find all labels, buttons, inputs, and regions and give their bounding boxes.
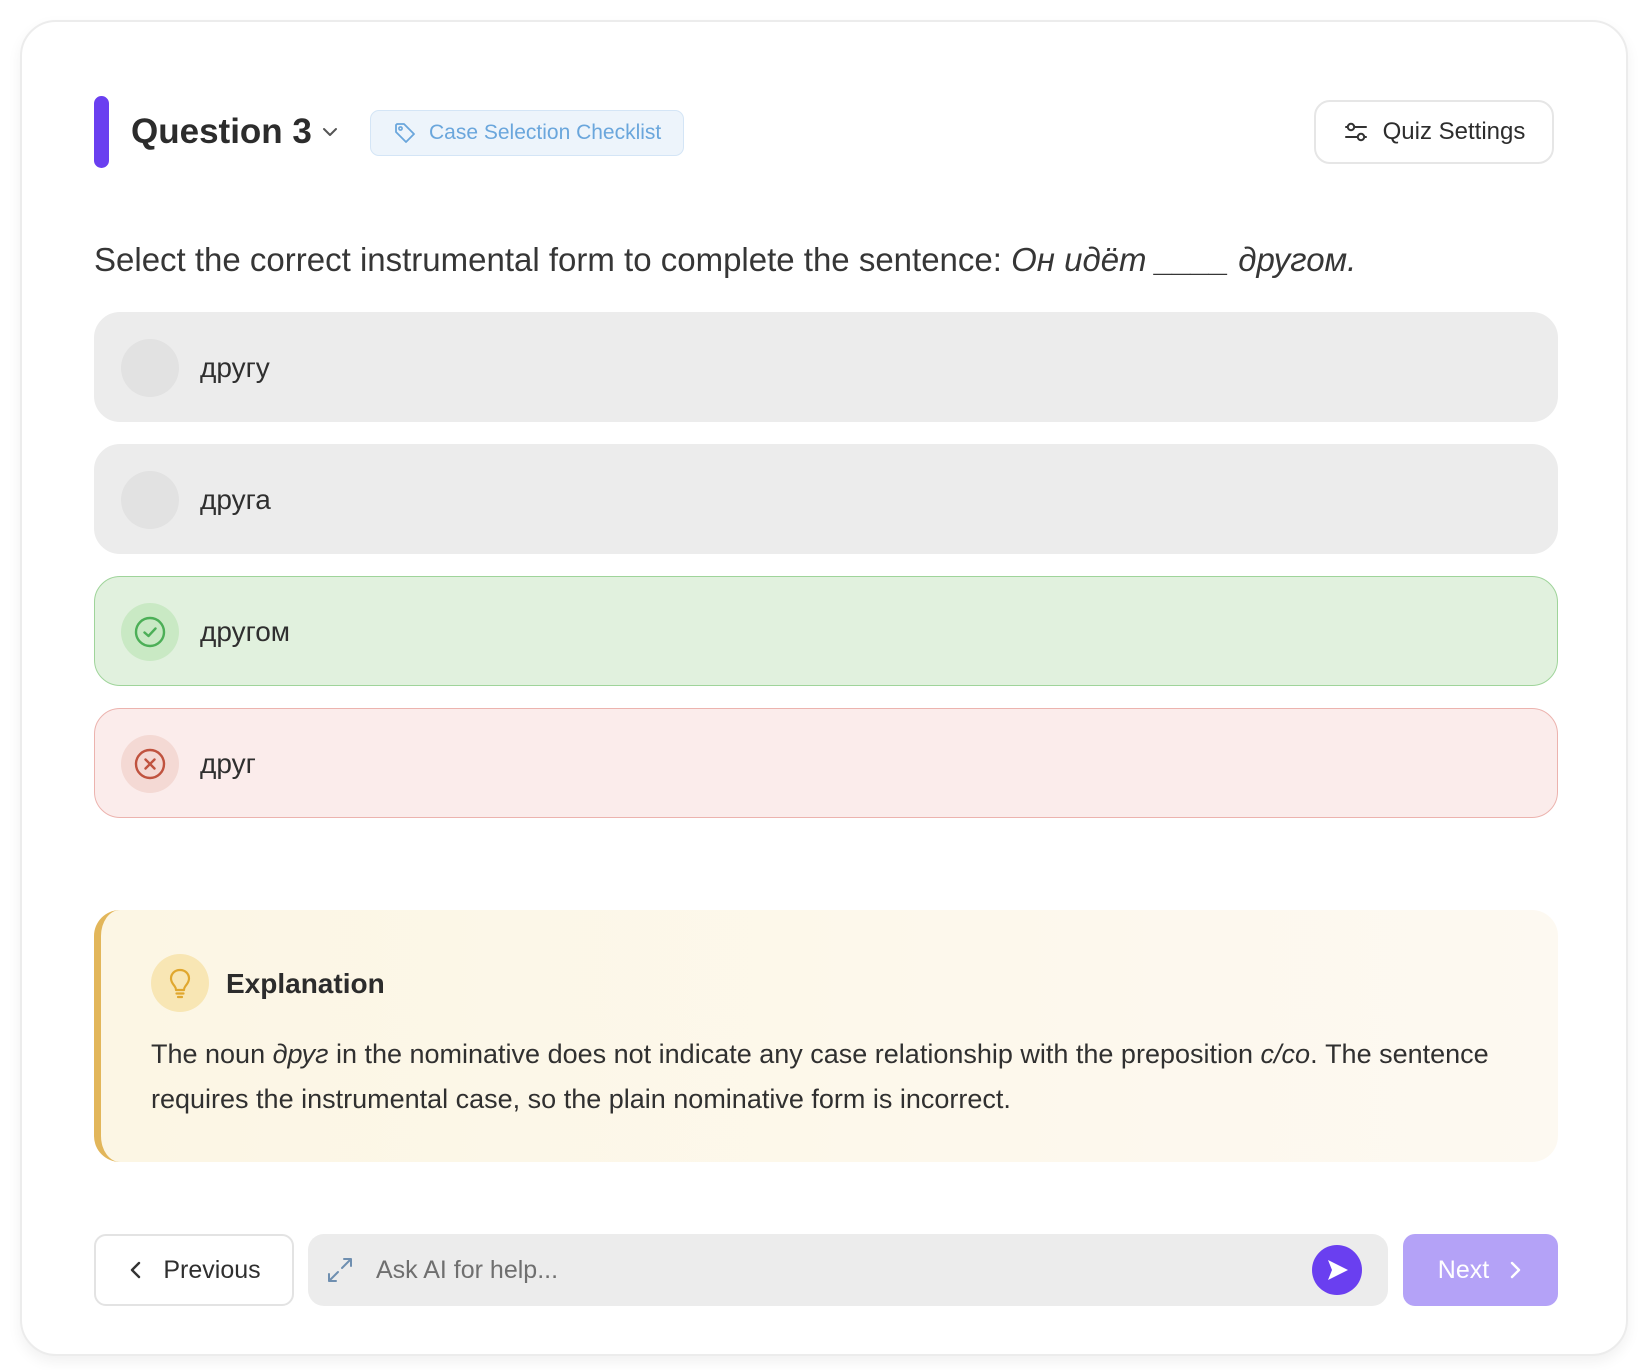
topic-tag[interactable]: Case Selection Checklist <box>370 110 685 156</box>
radio-circle <box>121 471 179 529</box>
question-header: Question 3 Case Selection Checklist Quiz… <box>94 96 1554 168</box>
explanation-part: The noun <box>151 1039 273 1069</box>
answer-option-wrong[interactable]: друг <box>94 708 1558 818</box>
tag-icon <box>395 123 415 143</box>
accent-bar <box>94 96 109 168</box>
explanation-text: The noun друг in the nominative does not… <box>151 1032 1491 1122</box>
quiz-settings-label: Quiz Settings <box>1382 118 1526 145</box>
radio-circle <box>121 603 179 661</box>
explanation-panel: Explanation The noun друг in the nominat… <box>94 910 1558 1162</box>
question-prefix: Select the correct instrumental form to … <box>94 241 1012 278</box>
sliders-icon <box>1344 122 1367 142</box>
explanation-preposition: с/со <box>1260 1039 1311 1069</box>
chevron-down-icon <box>322 128 337 136</box>
next-label: Next <box>1437 1255 1490 1284</box>
answer-option-label: друга <box>200 484 271 515</box>
answer-option[interactable]: другу <box>94 312 1558 422</box>
answer-option-label: другу <box>200 352 270 383</box>
question-selector[interactable]: Question 3 <box>131 108 340 156</box>
question-sentence: Он идёт ____ другом. <box>1011 241 1357 278</box>
radio-circle <box>121 339 179 397</box>
tag-label: Case Selection Checklist <box>429 121 662 144</box>
quiz-footer: Previous Next <box>94 1234 1558 1306</box>
answer-option-correct[interactable]: другом <box>94 576 1558 686</box>
ask-ai-bar <box>308 1234 1388 1306</box>
chevron-left-icon <box>131 1261 141 1279</box>
answer-option-label: другом <box>200 616 291 647</box>
radio-circle <box>121 735 179 793</box>
lightbulb-icon <box>169 968 191 999</box>
ask-ai-input[interactable] <box>376 1234 1256 1306</box>
previous-label: Previous <box>163 1255 261 1284</box>
question-label: Question 3 <box>131 112 312 151</box>
answer-option-label: друг <box>200 748 256 779</box>
quiz-settings-button[interactable]: Quiz Settings <box>1314 100 1554 164</box>
explanation-word: друг <box>272 1039 329 1069</box>
answer-option[interactable]: друга <box>94 444 1558 554</box>
explanation-part: in the nominative does not indicate any … <box>328 1039 1261 1069</box>
check-circle-icon <box>134 616 166 648</box>
send-button[interactable] <box>1312 1245 1362 1295</box>
answer-options: другу друга другом друг <box>94 312 1558 840</box>
send-icon <box>1328 1260 1348 1280</box>
explanation-title: Explanation <box>226 968 385 999</box>
x-circle-icon <box>134 748 166 780</box>
previous-button[interactable]: Previous <box>94 1234 294 1306</box>
bulb-badge <box>151 954 209 1012</box>
expand-icon[interactable] <box>324 1254 356 1286</box>
chevron-right-icon <box>1511 1261 1521 1279</box>
question-text: Select the correct instrumental form to … <box>94 238 1356 282</box>
quiz-card: Question 3 Case Selection Checklist Quiz… <box>20 20 1628 1356</box>
next-button[interactable]: Next <box>1403 1234 1558 1306</box>
